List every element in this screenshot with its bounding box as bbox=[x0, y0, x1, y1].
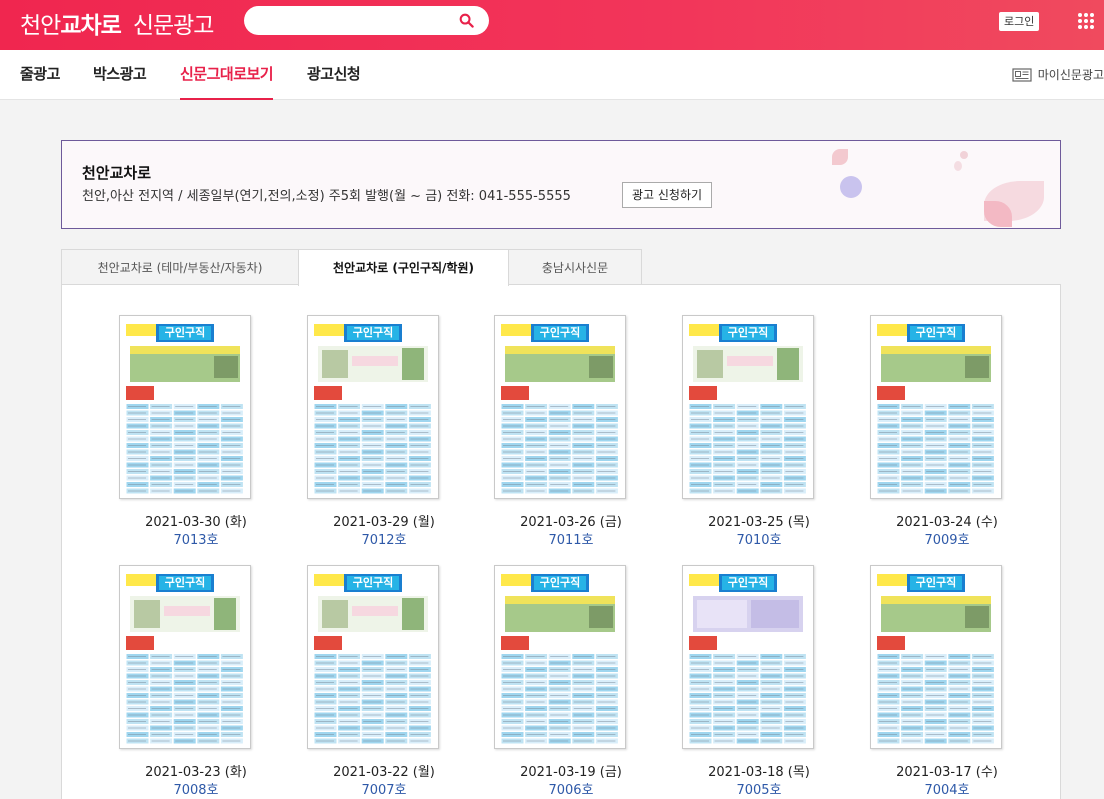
thumbnail-listing-columns bbox=[877, 654, 994, 744]
login-button[interactable]: 로그인 bbox=[999, 12, 1040, 31]
issue-card[interactable]: 구인구직 2021-03-23 (화) 7008호 bbox=[96, 565, 256, 799]
thumbnail-headline: 구인구직 bbox=[159, 326, 211, 340]
newspaper-thumbnail[interactable]: 구인구직 bbox=[494, 315, 626, 499]
issue-card[interactable]: 구인구직 2021-03-26 (금) 7011호 bbox=[471, 315, 631, 565]
thumbnail-headline: 구인구직 bbox=[910, 326, 962, 340]
issue-number-link[interactable]: 7012호 bbox=[284, 529, 484, 548]
site-logo[interactable]: 천안교차로 신문광고 bbox=[20, 6, 215, 40]
search-input[interactable] bbox=[244, 6, 489, 35]
issue-card[interactable]: 구인구직 2021-03-29 (월) 7012호 bbox=[284, 315, 444, 565]
issue-date: 2021-03-18 (목) bbox=[708, 765, 810, 780]
thumbnail-headline: 구인구직 bbox=[347, 326, 399, 340]
issue-number-link[interactable]: 7013호 bbox=[96, 529, 296, 548]
issue-number-link[interactable]: 7008호 bbox=[96, 779, 296, 798]
thumbnail-listing-columns bbox=[877, 404, 994, 494]
issue-date: 2021-03-24 (수) bbox=[896, 515, 998, 530]
newspaper-thumbnail[interactable]: 구인구직 bbox=[119, 315, 251, 499]
issue-card[interactable]: 구인구직 2021-03-30 (화) 7013호 bbox=[96, 315, 256, 565]
thumbnail-listing-columns bbox=[501, 404, 618, 494]
thumbnail-photo bbox=[881, 346, 991, 382]
newspaper-thumbnail[interactable]: 구인구직 bbox=[870, 565, 1002, 749]
newspaper-thumbnail[interactable]: 구인구직 bbox=[307, 315, 439, 499]
tab-theme-realestate-auto[interactable]: 천안교차로 (테마/부동산/자동차) bbox=[61, 249, 299, 285]
thumbnail-headline: 구인구직 bbox=[534, 326, 586, 340]
issue-date: 2021-03-22 (월) bbox=[333, 765, 435, 780]
issue-number-link[interactable]: 7010호 bbox=[659, 529, 859, 548]
newspaper-thumbnail[interactable]: 구인구직 bbox=[682, 565, 814, 749]
nav-item-newspaper-view[interactable]: 신문그대로보기 bbox=[180, 50, 274, 100]
newspaper-thumbnail[interactable]: 구인구직 bbox=[119, 565, 251, 749]
app-menu-icon[interactable] bbox=[1077, 12, 1095, 30]
newspaper-thumbnail[interactable]: 구인구직 bbox=[494, 565, 626, 749]
thumbnail-listing-columns bbox=[126, 654, 243, 744]
top-header: 천안교차로 신문광고 로그인 bbox=[0, 0, 1104, 50]
publication-description: 천안,아산 전지역 / 세종일부(연기,전의,소정) 주5회 발행(월 ~ 금)… bbox=[82, 189, 571, 204]
tab-chungnam-news[interactable]: 충남시사신문 bbox=[508, 249, 642, 285]
thumbnail-listing-columns bbox=[126, 404, 243, 494]
publication-title: 천안교차로 bbox=[82, 164, 152, 182]
decor-bubble bbox=[840, 176, 862, 198]
thumbnail-photo bbox=[693, 346, 803, 382]
logo-suffix: 신문광고 bbox=[132, 13, 215, 39]
thumbnail-headline: 구인구직 bbox=[910, 576, 962, 590]
logo-brand: 교차로 bbox=[60, 13, 121, 39]
issue-date: 2021-03-25 (목) bbox=[708, 515, 810, 530]
thumbnail-headline: 구인구직 bbox=[159, 576, 211, 590]
thumbnail-photo bbox=[881, 596, 991, 632]
issue-date: 2021-03-26 (금) bbox=[520, 515, 622, 530]
decor-petal bbox=[960, 151, 968, 159]
thumbnail-headline: 구인구직 bbox=[722, 576, 774, 590]
thumbnail-photo bbox=[505, 596, 615, 632]
thumbnail-headline: 구인구직 bbox=[722, 326, 774, 340]
issue-card[interactable]: 구인구직 2021-03-18 (목) 7005호 bbox=[659, 565, 819, 799]
newspaper-thumbnail[interactable]: 구인구직 bbox=[682, 315, 814, 499]
thumbnail-headline: 구인구직 bbox=[534, 576, 586, 590]
issue-date: 2021-03-30 (화) bbox=[145, 515, 247, 530]
thumbnail-photo bbox=[693, 596, 803, 632]
issue-number-link[interactable]: 7005호 bbox=[659, 779, 859, 798]
nav-item-ad-apply[interactable]: 광고신청 bbox=[307, 50, 361, 100]
newspaper-icon bbox=[1012, 68, 1032, 82]
thumbnail-photo bbox=[505, 346, 615, 382]
issue-card[interactable]: 구인구직 2021-03-22 (월) 7007호 bbox=[284, 565, 444, 799]
issue-card[interactable]: 구인구직 2021-03-19 (금) 7006호 bbox=[471, 565, 631, 799]
tab-jobs-academy[interactable]: 천안교차로 (구인구직/학원) bbox=[298, 249, 509, 286]
thumbnail-listing-columns bbox=[314, 404, 431, 494]
issue-date: 2021-03-17 (수) bbox=[896, 765, 998, 780]
thumbnail-headline: 구인구직 bbox=[347, 576, 399, 590]
issue-card[interactable]: 구인구직 2021-03-17 (수) 7004호 bbox=[847, 565, 1007, 799]
my-newspaper-ad-link[interactable]: 마이신문광고 bbox=[1012, 50, 1104, 100]
thumbnail-photo bbox=[130, 346, 240, 382]
issue-number-link[interactable]: 7004호 bbox=[847, 779, 1047, 798]
issue-date: 2021-03-19 (금) bbox=[520, 765, 622, 780]
thumbnail-listing-columns bbox=[689, 404, 806, 494]
issue-card[interactable]: 구인구직 2021-03-25 (목) 7010호 bbox=[659, 315, 819, 565]
logo-city: 천안 bbox=[20, 13, 61, 39]
issue-date: 2021-03-23 (화) bbox=[145, 765, 247, 780]
thumbnail-listing-columns bbox=[501, 654, 618, 744]
decor-petal bbox=[954, 161, 962, 171]
nav-item-line-ads[interactable]: 줄광고 bbox=[20, 50, 60, 100]
thumbnail-photo bbox=[318, 596, 428, 632]
issue-date: 2021-03-29 (월) bbox=[333, 515, 435, 530]
my-ad-label: 마이신문광고 bbox=[1037, 68, 1104, 82]
issue-number-link[interactable]: 7007호 bbox=[284, 779, 484, 798]
apply-ad-button[interactable]: 광고 신청하기 bbox=[622, 182, 713, 208]
issue-number-link[interactable]: 7009호 bbox=[847, 529, 1047, 548]
issue-number-link[interactable]: 7011호 bbox=[471, 529, 671, 548]
thumbnail-photo bbox=[318, 346, 428, 382]
search-icon[interactable] bbox=[459, 13, 474, 28]
newspaper-thumbnail[interactable]: 구인구직 bbox=[307, 565, 439, 749]
issue-number-link[interactable]: 7006호 bbox=[471, 779, 671, 798]
nav-item-box-ads[interactable]: 박스광고 bbox=[93, 50, 147, 100]
thumbnail-listing-columns bbox=[689, 654, 806, 744]
thumbnail-photo bbox=[130, 596, 240, 632]
thumbnail-listing-columns bbox=[314, 654, 431, 744]
decor-petal bbox=[832, 149, 848, 165]
publication-info-box: 천안교차로 천안,아산 전지역 / 세종일부(연기,전의,소정) 주5회 발행(… bbox=[61, 140, 1061, 229]
newspaper-thumbnail[interactable]: 구인구직 bbox=[870, 315, 1002, 499]
issue-card[interactable]: 구인구직 2021-03-24 (수) 7009호 bbox=[847, 315, 1007, 565]
main-nav: 줄광고 박스광고 신문그대로보기 광고신청 마이신문광고 bbox=[0, 50, 1104, 100]
issue-list-panel: 구인구직 2021-03-30 (화) 7013호 구인구직 2021-03-29 (월… bbox=[61, 284, 1061, 799]
